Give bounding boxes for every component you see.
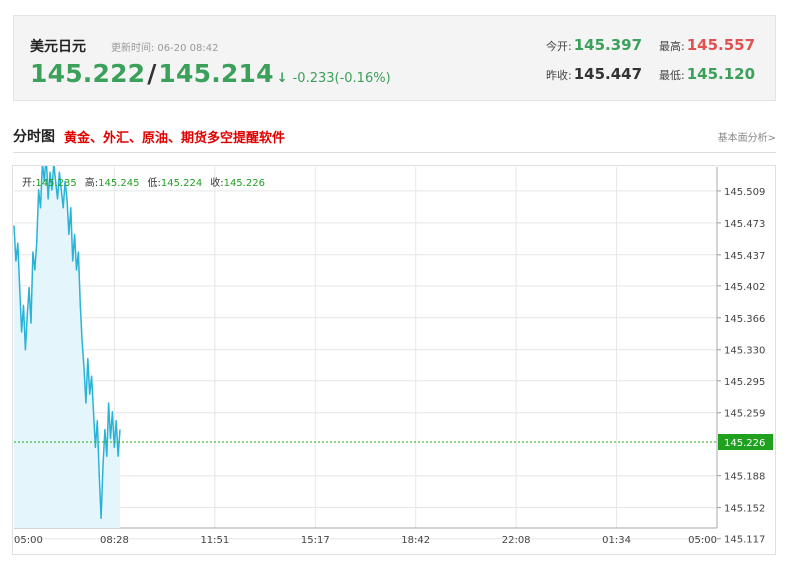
x-tick-label: 01:34 xyxy=(602,535,631,546)
price-row: 145.222/145.214 ↓ -0.233(-0.16%) xyxy=(30,59,391,88)
price-change: -0.233(-0.16%) xyxy=(292,71,391,86)
ohlc-high-label: 高: xyxy=(84,178,99,189)
y-tick-label: 145.295 xyxy=(724,377,765,388)
stat-high-label: 最高: xyxy=(659,40,685,53)
y-tick-label: 145.544 xyxy=(724,166,765,167)
down-arrow-icon: ↓ xyxy=(276,71,288,86)
ohlc-low-value: 145.224 xyxy=(160,178,203,189)
price-area-fill xyxy=(14,166,120,528)
ohlc-open-value: 145.235 xyxy=(35,178,77,189)
stat-prev-close-label: 昨收: xyxy=(546,69,572,82)
y-tick-label: 145.188 xyxy=(724,472,765,483)
update-label: 更新时间: xyxy=(111,43,155,54)
promo-link[interactable]: 黄金、外汇、原油、期货多空提醒软件 xyxy=(64,127,285,146)
instrument-name: 美元日元 xyxy=(30,39,86,55)
x-tick-label: 05:00 xyxy=(688,535,717,546)
stat-high-value: 145.557 xyxy=(686,36,756,54)
y-tick-label: 145.437 xyxy=(724,251,765,262)
y-tick-label: 145.402 xyxy=(724,282,765,293)
y-tick-label: 145.117 xyxy=(724,535,765,546)
intraday-chart: 145.580145.544145.509145.473145.437145.4… xyxy=(12,165,776,555)
y-tick-label: 145.366 xyxy=(724,314,765,325)
ohlc-high-value: 145.245 xyxy=(98,178,140,189)
y-tick-label: 145.152 xyxy=(724,504,765,515)
update-value: 06-20 08:42 xyxy=(157,43,219,54)
ohlc-open-label: 开: xyxy=(22,178,36,189)
ohlc-close-label: 收: xyxy=(210,178,224,189)
bid-price: 145.222 xyxy=(30,59,146,88)
stat-prev-close: 昨收: 145.447 xyxy=(546,65,642,83)
x-tick-label: 18:42 xyxy=(401,535,430,546)
x-tick-label: 15:17 xyxy=(301,535,330,546)
y-tick-label: 145.259 xyxy=(724,409,765,420)
stat-low-value: 145.120 xyxy=(686,65,756,83)
section-header: 分时图 黄金、外汇、原油、期货多空提醒软件 基本面分析> xyxy=(13,123,776,153)
stat-prev-close-value: 145.447 xyxy=(573,65,643,83)
y-tick-label: 145.330 xyxy=(724,346,765,357)
ask-price: 145.214 xyxy=(158,59,274,88)
ohlc-readout: 开:145.235 高:145.245 低:145.224 收:145.226 xyxy=(22,174,273,189)
x-tick-label: 05:00 xyxy=(14,535,43,546)
ohlc-low-label: 低: xyxy=(147,178,161,189)
quote-panel: 美元日元 更新时间: 06-20 08:42 145.222/145.214 ↓ -0… xyxy=(13,15,776,101)
update-time: 更新时间: 06-20 08:42 xyxy=(108,39,218,54)
stat-low-label: 最低: xyxy=(659,69,685,82)
chart-canvas: 145.580145.544145.509145.473145.437145.4… xyxy=(13,166,773,546)
y-tick-label: 145.473 xyxy=(724,219,765,230)
current-price-label: 145.226 xyxy=(724,438,765,449)
fundamental-analysis-link[interactable]: 基本面分析> xyxy=(718,129,776,144)
section-title: 分时图 xyxy=(13,129,55,145)
stat-open: 今开: 145.397 xyxy=(546,36,642,54)
ohlc-close-value: 145.226 xyxy=(223,178,265,189)
price-separator: / xyxy=(147,59,157,88)
stat-low: 最低: 145.120 xyxy=(659,65,755,83)
stat-high: 最高: 145.557 xyxy=(659,36,755,54)
stat-open-label: 今开: xyxy=(546,40,572,53)
x-tick-label: 08:28 xyxy=(100,535,129,546)
x-tick-label: 11:51 xyxy=(200,535,229,546)
y-tick-label: 145.509 xyxy=(724,187,765,198)
x-tick-label: 22:08 xyxy=(502,535,531,546)
stat-open-value: 145.397 xyxy=(573,36,643,54)
